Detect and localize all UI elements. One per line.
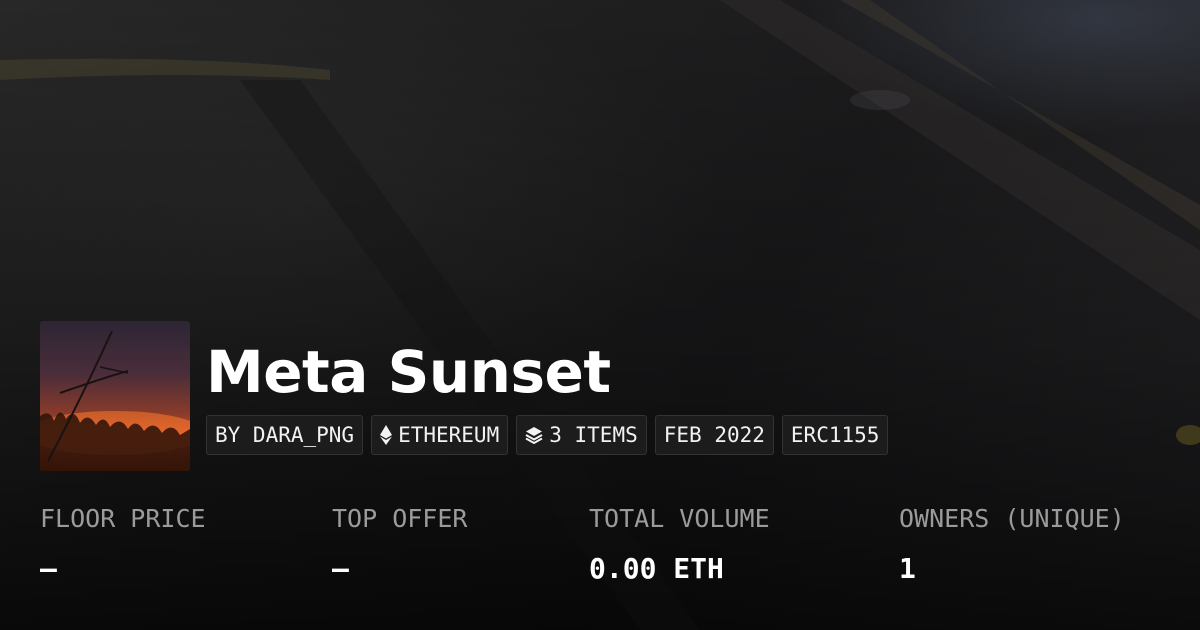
owners-label: OWNERS (UNIQUE): [899, 504, 1125, 533]
standard-tag: ERC1155: [781, 415, 889, 455]
total-volume-value: 0.00 ETH: [589, 552, 724, 585]
sunset-grass-image: [40, 330, 190, 471]
items-tag[interactable]: 3 ITEMS: [516, 415, 647, 455]
top-offer-label: TOP OFFER: [332, 504, 468, 533]
floor-price-label: FLOOR PRICE: [40, 504, 206, 533]
date-label: FEB 2022: [663, 423, 765, 447]
floor-price-value: —: [40, 552, 57, 585]
collection-thumbnail[interactable]: [40, 321, 190, 471]
owners-value: 1: [899, 552, 916, 585]
creator-label: BY DARA_PNG: [215, 423, 355, 447]
top-offer-value: —: [332, 552, 349, 585]
chain-tag[interactable]: ETHEREUM: [371, 415, 509, 455]
collection-tags: BY DARA_PNG ETHEREUM 3 ITEMS FEB 2022 ER…: [206, 415, 889, 455]
collection-title: Meta Sunset: [206, 338, 611, 406]
ethereum-icon: [380, 425, 393, 445]
collection-share-card: Meta Sunset BY DARA_PNG ETHEREUM 3 ITEMS…: [0, 0, 1200, 630]
background-image: [0, 0, 1200, 630]
standard-label: ERC1155: [790, 423, 880, 447]
layers-icon: [525, 427, 543, 444]
total-volume-label: TOTAL VOLUME: [589, 504, 770, 533]
date-tag: FEB 2022: [654, 415, 774, 455]
chain-label: ETHEREUM: [398, 423, 500, 447]
items-label: 3 ITEMS: [549, 423, 638, 447]
creator-tag[interactable]: BY DARA_PNG: [206, 415, 364, 455]
